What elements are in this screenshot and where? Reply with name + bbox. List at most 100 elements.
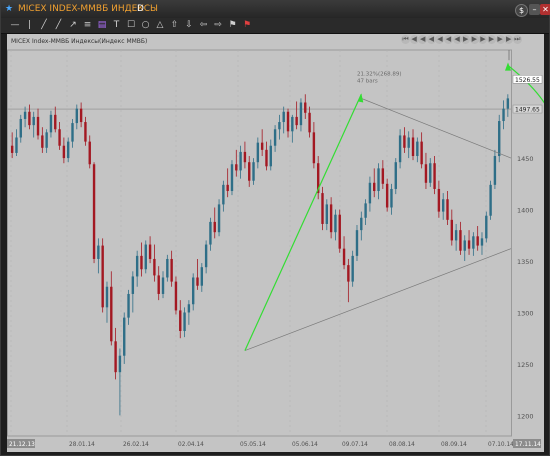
candlestick-chart[interactable]: 150014501400135013001250120021.32%(268.8…: [7, 34, 544, 452]
chart-window: ★ MICEX INDEX-ММВБ ИНДЕКСЫ D $ – ✕ — | ╱ ╱ ↗…: [0, 0, 550, 456]
candle-body: [19, 118, 22, 138]
x-tick-label: 28.01.14: [69, 442, 95, 448]
candle-body: [411, 137, 415, 157]
candle-body: [230, 164, 234, 192]
candle-body: [123, 317, 126, 356]
candle-body: [394, 162, 397, 189]
candle-body: [10, 145, 14, 153]
x-tick-label: 05.06.14: [292, 442, 318, 448]
candle-body: [286, 111, 290, 132]
candle-body: [467, 240, 471, 249]
candle-body: [476, 236, 479, 246]
candle-body: [131, 276, 135, 294]
vertical-line-icon[interactable]: |: [24, 19, 36, 31]
candle-body: [493, 156, 497, 185]
period-selector[interactable]: D: [137, 4, 144, 14]
line-tool-icon[interactable]: —: [9, 19, 21, 31]
candle-body: [304, 102, 307, 113]
candle-body: [75, 108, 79, 124]
candle-body: [213, 221, 216, 233]
candle-body: [424, 164, 428, 183]
candle-body: [148, 244, 152, 259]
x-tick-label: 05.05.14: [240, 442, 266, 448]
drawing-toolbar: — | ╱ ╱ ↗ ≡ ▤ T ☐ ○ △ ⇧ ⇩ ⇦ ⇨ ⚑ ⚑: [1, 18, 549, 34]
candle-body: [347, 265, 350, 282]
candle-body: [45, 132, 48, 148]
candle-body: [239, 151, 242, 171]
first-date-label: 21.12.13: [9, 442, 35, 448]
flag-red-icon[interactable]: ⚑: [241, 19, 253, 31]
candle-body: [32, 116, 35, 126]
candle-body: [472, 236, 475, 249]
text-tool-icon[interactable]: T: [111, 19, 123, 31]
candle-body: [463, 240, 466, 251]
candle-body: [398, 135, 402, 163]
candle-body: [381, 168, 385, 184]
arrow-down-icon[interactable]: ⇩: [183, 19, 195, 31]
candle-body: [71, 123, 74, 142]
candle-body: [312, 132, 316, 164]
nav-button-icon[interactable]: ⏮: [401, 35, 410, 44]
candle-body: [429, 163, 432, 183]
candle-body: [127, 293, 130, 318]
candle-body: [282, 111, 285, 123]
candle-body: [183, 312, 186, 332]
nav-button-icon[interactable]: ▶: [487, 35, 496, 44]
y-tick-label: 1200: [517, 412, 534, 420]
nav-button-icon[interactable]: ⏭: [512, 35, 522, 44]
candle-body: [502, 108, 505, 122]
candle-body: [204, 244, 208, 268]
arrow-right-icon[interactable]: ⇨: [212, 19, 224, 31]
candle-body: [191, 277, 195, 305]
title-bar[interactable]: ★ MICEX INDEX-ММВБ ИНДЕКСЫ D $ – ✕: [1, 1, 550, 19]
arrow-up-icon[interactable]: ⇧: [169, 19, 181, 31]
candle-body: [161, 277, 165, 294]
x-tick-label: 07.10.14: [488, 442, 514, 448]
nav-button-icon[interactable]: ◀: [444, 35, 453, 44]
triangle-tool-icon[interactable]: △: [154, 19, 166, 31]
arrow-left-icon[interactable]: ⇦: [198, 19, 210, 31]
candle-body: [248, 162, 251, 181]
candle-body: [92, 164, 96, 259]
candle-body: [105, 286, 109, 308]
candle-body: [256, 142, 260, 163]
candle-body: [506, 98, 510, 109]
candle-body: [23, 111, 27, 119]
fibonacci-icon[interactable]: ▤: [96, 19, 108, 31]
candle-body: [325, 204, 329, 224]
candle-body: [58, 129, 61, 146]
candle-body: [377, 168, 380, 192]
candle-body: [110, 286, 113, 342]
candle-body: [49, 114, 53, 133]
minimize-button[interactable]: –: [529, 4, 540, 15]
close-button[interactable]: ✕: [540, 4, 550, 15]
candle-body: [299, 102, 303, 126]
candle-body: [79, 108, 83, 123]
candle-body: [260, 142, 264, 150]
candle-body: [368, 182, 372, 204]
rectangle-tool-icon[interactable]: ☐: [125, 19, 137, 31]
ray-icon[interactable]: ╱: [53, 19, 65, 31]
candle-body: [187, 304, 191, 313]
candle-body: [390, 188, 393, 208]
chart-area[interactable]: 150014501400135013001250120021.32%(268.8…: [7, 34, 544, 452]
candle-body: [235, 164, 238, 171]
candle-body: [15, 137, 18, 153]
candle-body: [355, 230, 359, 256]
arrow-icon[interactable]: ↗: [67, 19, 79, 31]
x-tick-label: 09.07.14: [342, 442, 368, 448]
candle-body: [222, 184, 225, 205]
star-icon[interactable]: ★: [5, 4, 13, 14]
channel-icon[interactable]: ≡: [82, 19, 94, 31]
candle-body: [144, 244, 147, 270]
ellipse-tool-icon[interactable]: ○: [140, 19, 152, 31]
info-icon[interactable]: $: [515, 4, 528, 17]
flag-icon[interactable]: ⚑: [227, 19, 239, 31]
x-tick-label: 26.02.14: [123, 442, 149, 448]
trend-line-icon[interactable]: ╱: [38, 19, 50, 31]
candle-body: [480, 238, 484, 246]
candle-body: [66, 141, 70, 159]
candle-body: [179, 310, 182, 332]
candle-body: [88, 141, 91, 165]
candle-body: [373, 182, 376, 192]
